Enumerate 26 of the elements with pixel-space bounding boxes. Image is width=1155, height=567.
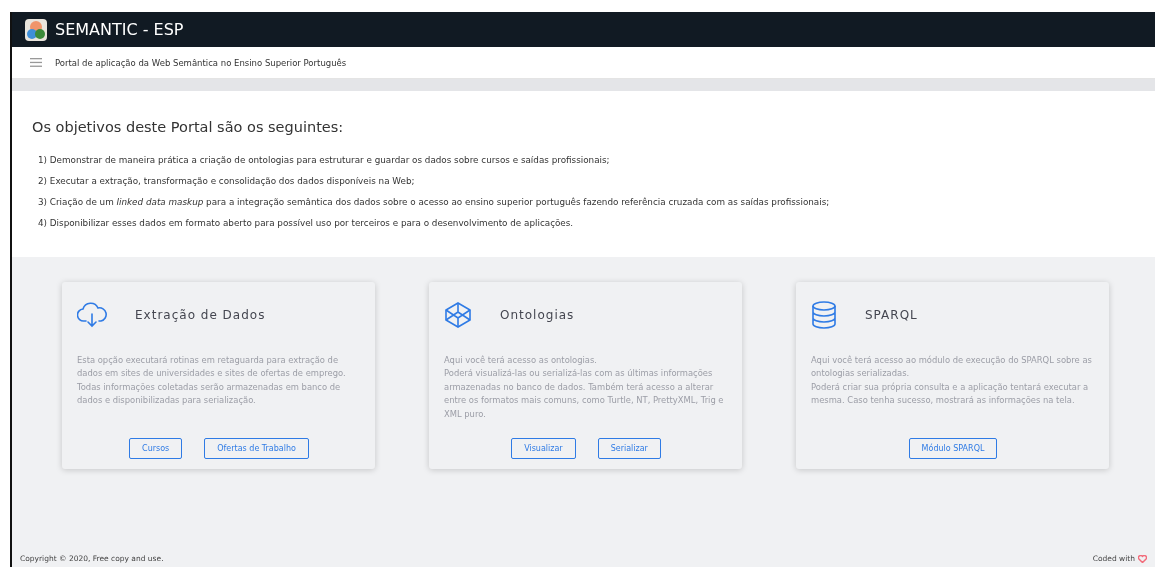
action-button[interactable]: Serializar: [597, 438, 661, 459]
menu-icon[interactable]: [30, 58, 42, 67]
action-button[interactable]: Ofertas de Trabalho: [204, 438, 309, 459]
heart-icon: [1138, 554, 1147, 563]
card-description: Esta opção executará rotinas em retaguarda para extração de dados em sites de universidades e sites de ofertas de emprego. Todas informações coletadas serão armazenadas em banco de dados e disponibilizadas para serialização.: [77, 354, 347, 408]
database-icon: [811, 301, 837, 329]
goal-text: 3) Criação de um linked data maskup para a integração semântica dos dados sobre o acesso ao ensino superior português fazendo referência cruzada com as saídas profissionais;: [38, 197, 831, 207]
logo-icon: [25, 18, 47, 41]
cloud-download-icon: [77, 302, 107, 328]
card-description: Aqui você terá acesso ao módulo de execução do SPARQL sobre as ontologias serializadas.: [811, 354, 1093, 381]
app-title: SEMANTIC - ESP: [55, 20, 184, 39]
cube-icon: [444, 301, 472, 329]
action-button[interactable]: Visualizar: [511, 438, 576, 459]
portal-subtitle: Portal de aplicação da Web Semântica no Ensino Superior Português: [55, 57, 347, 68]
goal-text: 4) Disponibilizar esses dados em formato aberto para possível uso por terceiros e para o desenvolvimento de aplicações.: [38, 218, 575, 228]
card-description: Poderá visualizá-las ou serializá-las com as últimas informações armazenadas no banco de dados. Também terá acesso a alterar entre os formatos mais comuns, como Turtle, NT, PrettyXML, Trig e XML puro.: [444, 367, 725, 421]
card-title: SPARQL: [865, 308, 918, 322]
goal-text: 2) Executar a extração, transformação e consolidação dos dados disponíveis na Web;: [38, 176, 416, 186]
card-description: Poderá criar sua própria consulta e a aplicação tentará executar a mesma. Caso tenha sucesso, mostrará as informações na tela.: [811, 380, 1090, 408]
card-title: Extração de Dados: [135, 308, 266, 322]
intro-heading: Os objetivos deste Portal são os seguintes:: [32, 119, 345, 135]
card-description: Aqui você terá acesso as ontologias.: [444, 354, 599, 367]
action-button[interactable]: Cursos: [129, 438, 183, 459]
goal-text: 1) Demonstrar de maneira prática a criação de ontologias para estruturar e guardar os dados sobre cursos e saídas profissionais;: [38, 155, 611, 165]
action-button[interactable]: Módulo SPARQL: [908, 438, 998, 459]
card-title: Ontologias: [500, 308, 575, 322]
